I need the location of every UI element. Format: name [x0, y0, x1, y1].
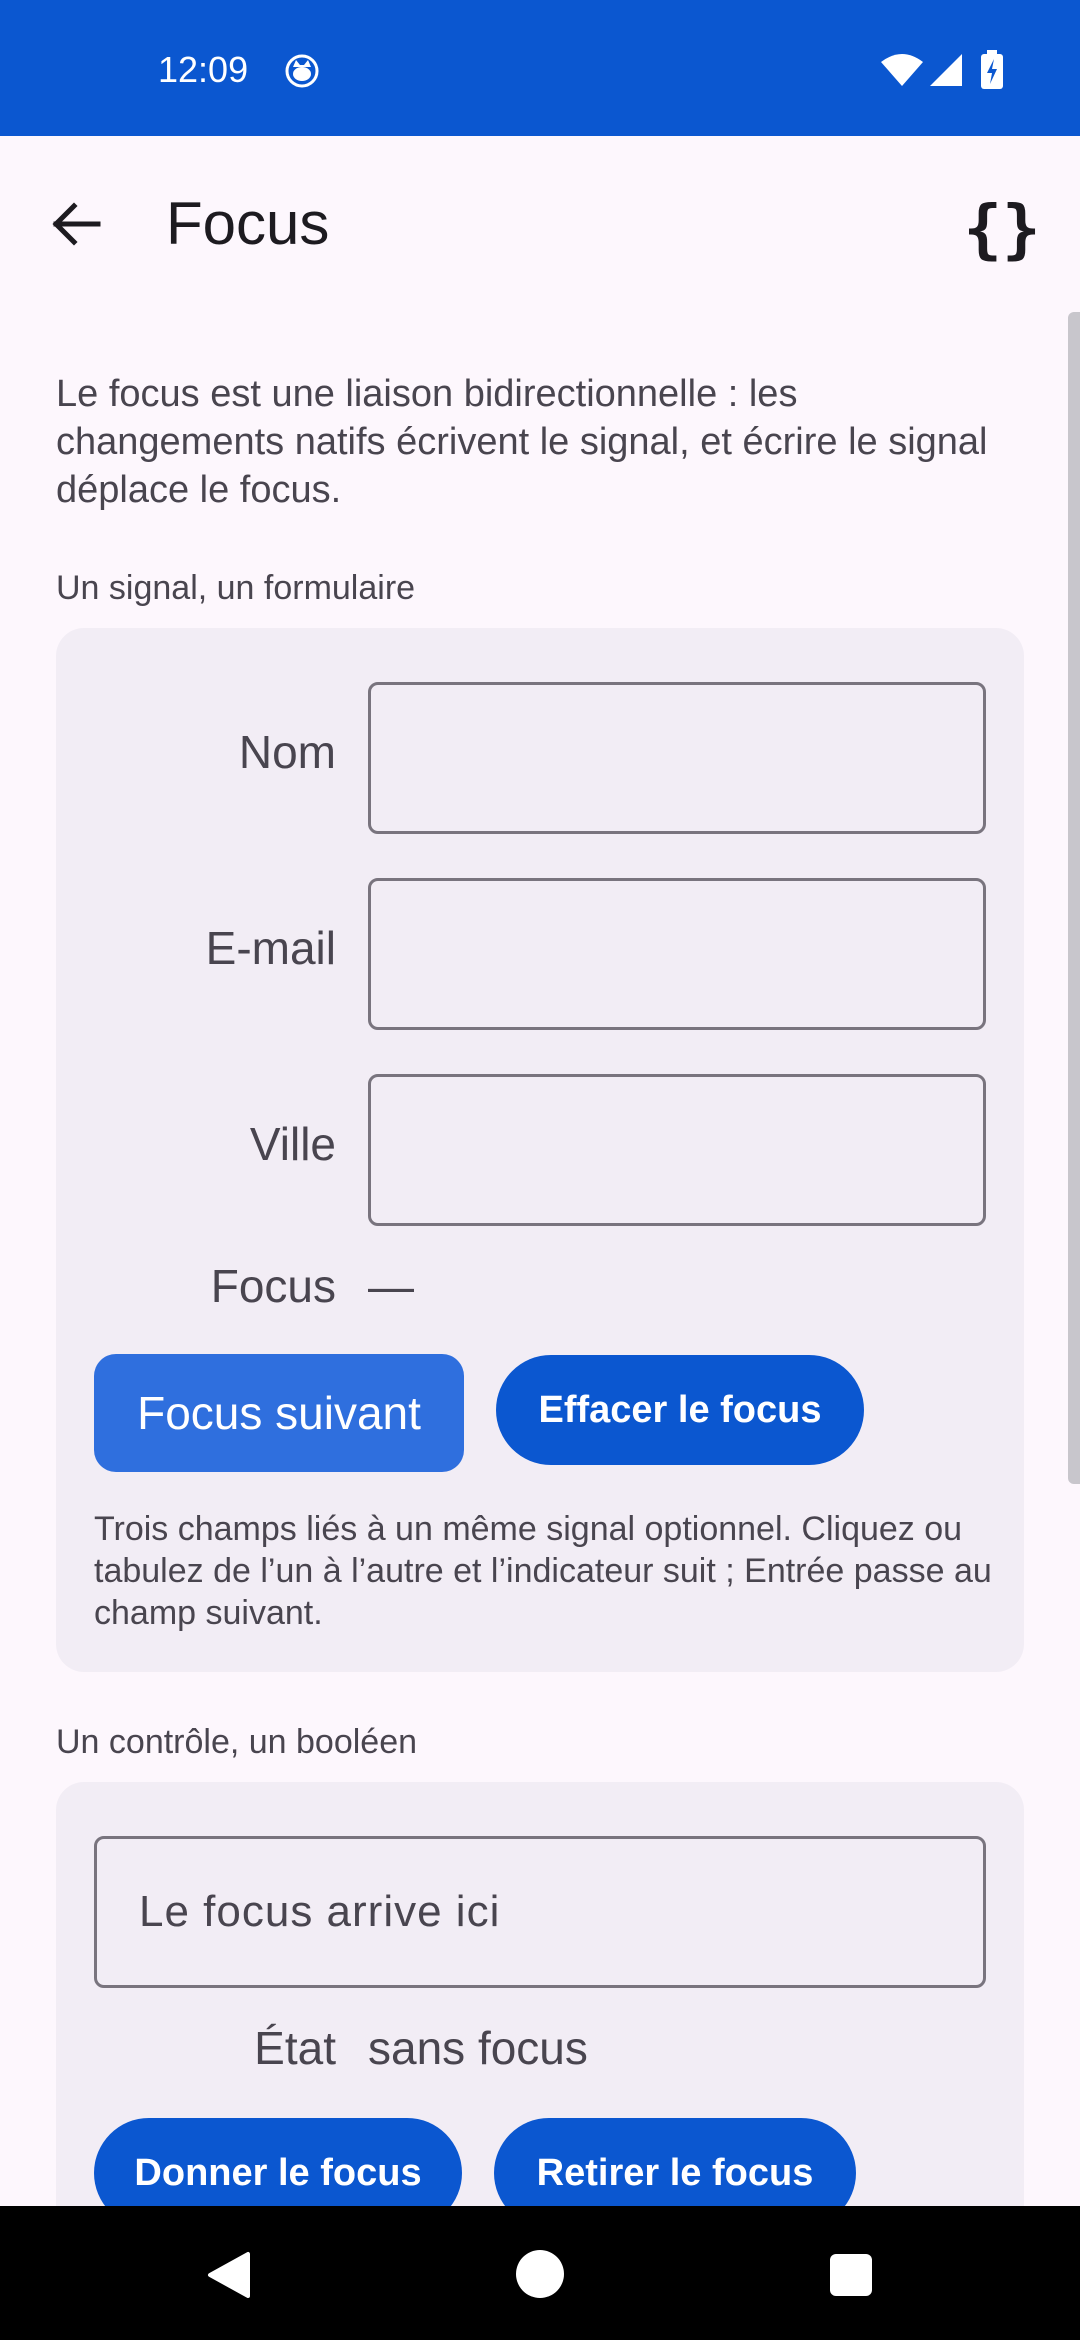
- field-label-email: E-mail: [205, 922, 336, 974]
- page-title: Focus: [166, 190, 330, 257]
- status-time: 12:09: [158, 49, 249, 90]
- arrow-back-icon: [52, 202, 101, 246]
- field-label-ville: Ville: [249, 1118, 336, 1170]
- intro-text: Le focus est une liaison bidirectionnell…: [56, 373, 988, 511]
- app-bar: Focus {}: [0, 136, 1080, 312]
- ville-input[interactable]: [368, 1074, 986, 1226]
- focus-next-button[interactable]: Focus suivant: [94, 1354, 464, 1472]
- nav-recents-icon[interactable]: [830, 2254, 872, 2296]
- email-input[interactable]: [368, 878, 986, 1030]
- cell-signal-icon: [930, 54, 962, 86]
- wifi-icon: [881, 54, 923, 86]
- cat-face-icon: [285, 54, 319, 88]
- status-bar: 12:09: [0, 0, 1080, 136]
- nav-home-icon[interactable]: [516, 2250, 564, 2298]
- focus-label: Focus: [210, 1260, 336, 1312]
- section-label-boolean: Un contrôle, un booléen: [56, 1723, 418, 1761]
- nav-back-icon[interactable]: [204, 2250, 254, 2300]
- state-value: sans focus: [368, 2022, 588, 2074]
- code-braces-icon: {}: [963, 193, 1041, 267]
- focus-indicator: —: [368, 1260, 414, 1312]
- form-card: Nom E-mail Ville Focus — Focus suivant E…: [56, 628, 1024, 1672]
- navigation-bar: [0, 2206, 1080, 2340]
- clear-focus-button[interactable]: Effacer le focus: [496, 1355, 864, 1465]
- scrollbar[interactable]: [1068, 312, 1080, 1484]
- section-label-form: Un signal, un formulaire: [56, 569, 416, 607]
- code-button[interactable]: {}: [960, 188, 1044, 272]
- form-card-note: Trois champs liés à un même signal optio…: [94, 1510, 992, 1632]
- focus-target-input[interactable]: [94, 1836, 986, 1988]
- back-button[interactable]: [40, 188, 112, 260]
- state-label: État: [254, 2022, 336, 2074]
- battery-charging-icon: [981, 50, 1003, 89]
- field-label-nom: Nom: [238, 726, 336, 778]
- nom-input[interactable]: [368, 682, 986, 834]
